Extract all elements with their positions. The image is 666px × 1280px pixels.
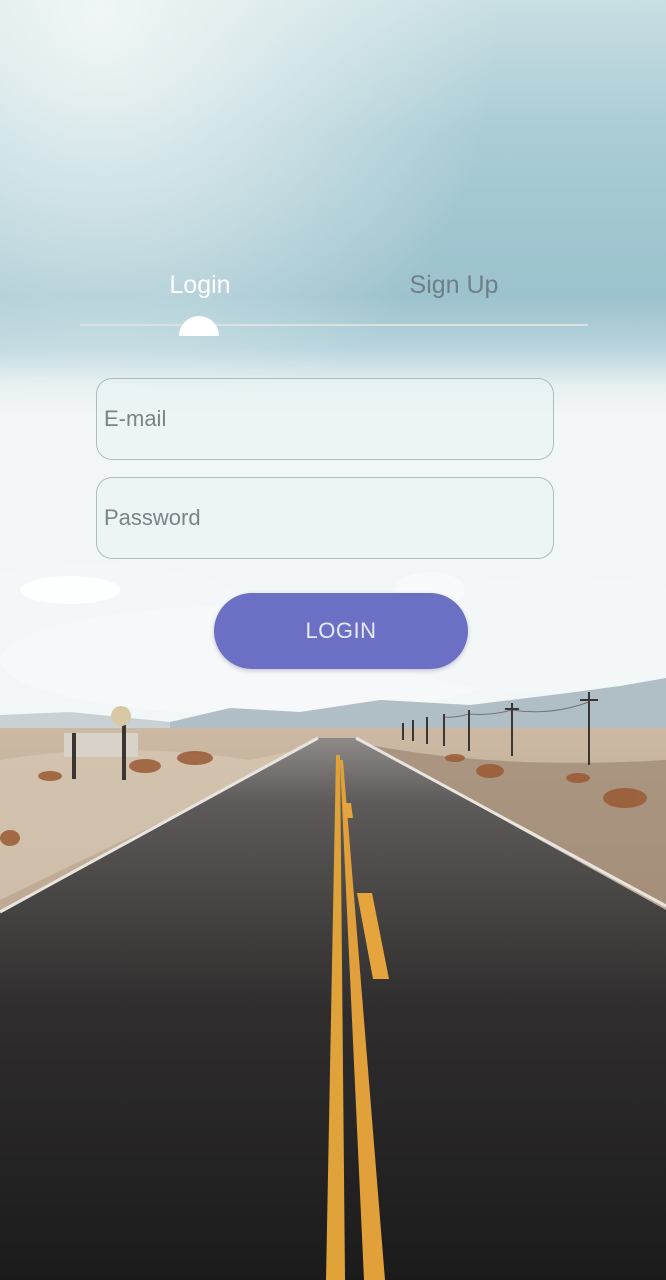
login-button[interactable]: LOGIN [214,593,468,669]
tab-sign-up[interactable]: Sign Up [354,268,554,302]
email-field[interactable] [96,378,554,460]
login-screen: Login Sign Up LOGIN [0,0,666,1280]
tab-divider [80,324,588,326]
password-input[interactable] [97,478,553,558]
email-input[interactable] [97,379,553,459]
password-field[interactable] [96,477,554,559]
tab-login[interactable]: Login [100,268,300,302]
